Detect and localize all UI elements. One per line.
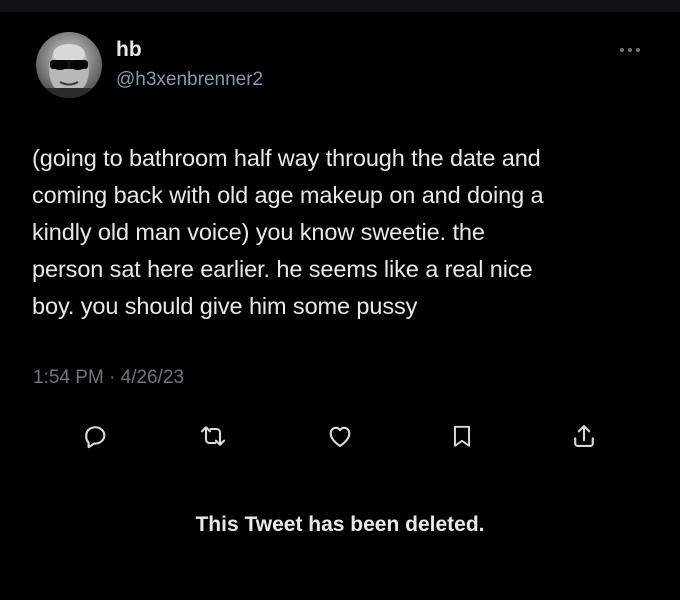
reply-icon[interactable]: [75, 416, 115, 456]
tweet-timestamp[interactable]: 1:54 PM · 4/26/23: [33, 366, 184, 390]
like-icon[interactable]: [320, 416, 360, 456]
avatar[interactable]: [36, 32, 102, 98]
retweet-icon[interactable]: [193, 416, 233, 456]
avatar-image: [36, 44, 102, 98]
author-name[interactable]: hb: [116, 38, 142, 62]
author-handle[interactable]: @h3xenbrenner2: [116, 69, 263, 91]
more-options-icon[interactable]: [616, 40, 644, 60]
action-bar: [0, 416, 680, 456]
deleted-notice: This Tweet has been deleted.: [195, 513, 485, 536]
bookmark-icon[interactable]: [442, 416, 482, 456]
share-icon[interactable]: [564, 416, 604, 456]
top-bar: [0, 0, 680, 12]
tweet-text: (going to bathroom half way through the …: [32, 145, 544, 319]
